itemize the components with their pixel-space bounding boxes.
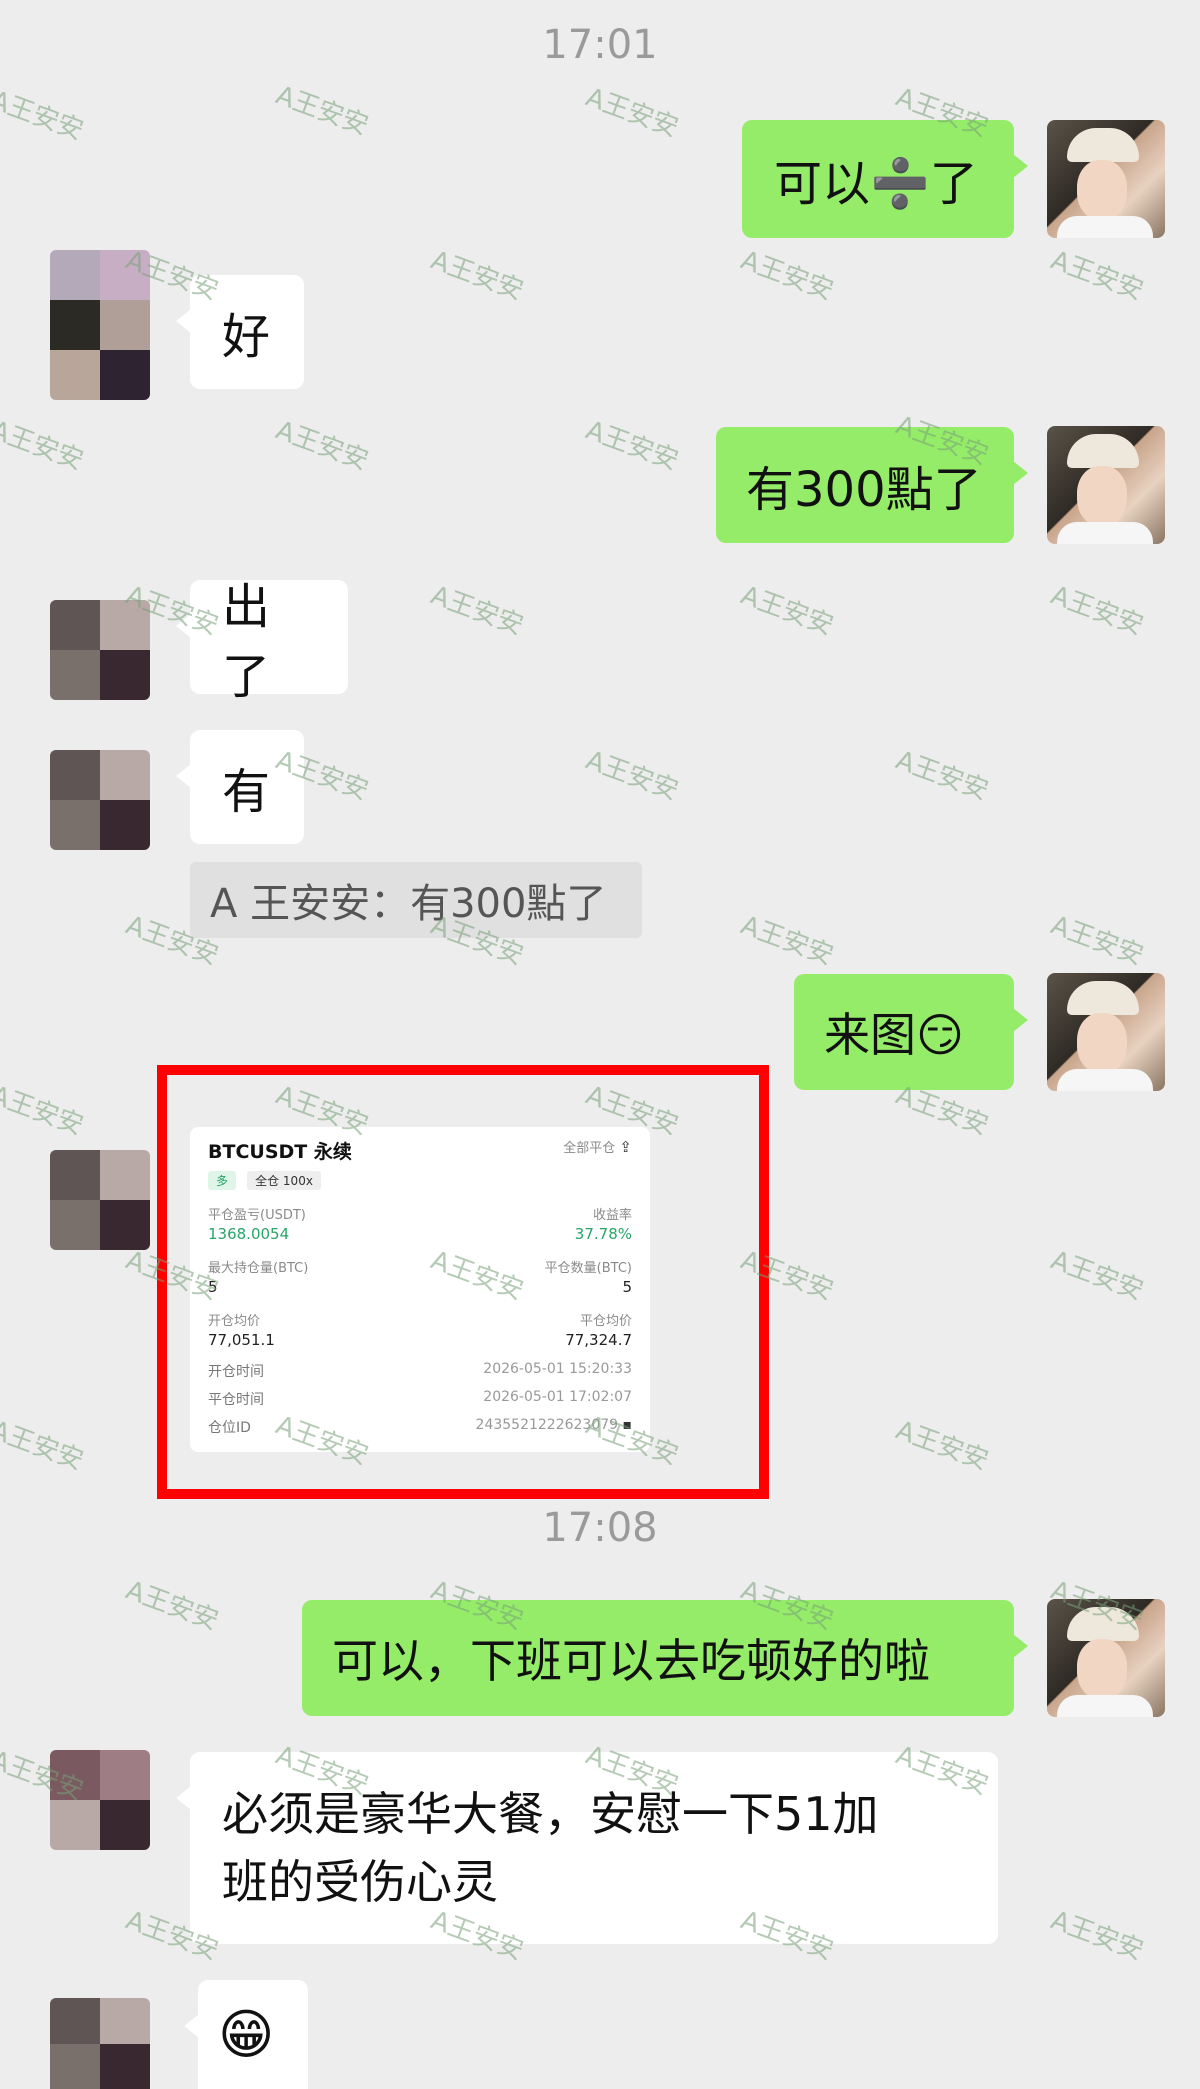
close-qty-value: 5 — [622, 1278, 632, 1296]
watermark: A王安安 — [0, 85, 88, 147]
watermark: A王安安 — [891, 1415, 993, 1477]
max-position-value: 5 — [208, 1278, 218, 1296]
timestamp: 17:01 — [542, 22, 658, 68]
message-text: 来图😏 — [824, 1008, 964, 1062]
message-text-line-1: 必须是豪华大餐，安慰一下51加 — [222, 1787, 879, 1841]
my-avatar[interactable] — [1047, 120, 1165, 238]
received-message-bubble[interactable]: 😁 — [184, 1980, 308, 2089]
watermark: A王安安 — [0, 1415, 88, 1477]
received-message-bubble[interactable]: 必须是豪华大餐，安慰一下51加 班的受伤心灵 — [176, 1752, 998, 1944]
open-time-label: 开仓时间 — [208, 1364, 264, 1380]
watermark: A王安安 — [0, 1080, 88, 1142]
watermark: A王安安 — [736, 580, 838, 642]
watermark: A王安安 — [1046, 245, 1148, 307]
contact-avatar[interactable] — [50, 600, 150, 700]
watermark: A王安安 — [1046, 1245, 1148, 1307]
received-message-bubble[interactable]: 有 — [176, 730, 304, 844]
trade-screenshot-image[interactable]: BTCUSDT 永续 全部平仓 ⇪ 多 全仓 100x 平仓盈亏(USDT) 1… — [190, 1127, 650, 1452]
roi-label: 收益率 — [592, 1208, 632, 1223]
message-text-line-2: 班的受伤心灵 — [222, 1855, 498, 1909]
copy-icon: ▪ — [622, 1417, 633, 1433]
max-position-label: 最大持仓量(BTC) — [208, 1261, 309, 1276]
message-text: 好 — [222, 309, 271, 365]
message-text: 可以➗了 — [774, 156, 978, 212]
my-avatar[interactable] — [1047, 973, 1165, 1091]
watermark: A王安安 — [736, 910, 838, 972]
watermark: A王安安 — [271, 415, 373, 477]
message-text: 可以，下班可以去吃顿好的啦 — [332, 1634, 930, 1688]
sent-message-bubble[interactable]: 有300點了 — [716, 427, 1028, 543]
watermark: A王安安 — [581, 415, 683, 477]
pnl-label: 平仓盈亏(USDT) — [208, 1208, 306, 1223]
message-text: 出了 — [222, 579, 271, 705]
close-all-label: 全部平仓 ⇪ — [563, 1138, 632, 1156]
share-icon: ⇪ — [619, 1138, 632, 1156]
close-time-label: 平仓时间 — [208, 1392, 264, 1408]
watermark: A王安安 — [1046, 1905, 1148, 1967]
watermark: A王安安 — [426, 580, 528, 642]
watermark: A王安安 — [581, 745, 683, 807]
pnl-value: 1368.0054 — [208, 1225, 290, 1243]
watermark: A王安安 — [1046, 910, 1148, 972]
timestamp: 17:08 — [542, 1505, 658, 1551]
position-id-label: 仓位ID — [208, 1420, 251, 1436]
watermark: A王安安 — [426, 245, 528, 307]
contact-avatar[interactable] — [50, 750, 150, 850]
symbol-title: BTCUSDT 永续 — [208, 1141, 352, 1163]
watermark: A王安安 — [121, 1575, 223, 1637]
watermark: A王安安 — [1046, 580, 1148, 642]
close-qty-label: 平仓数量(BTC) — [544, 1261, 632, 1276]
leverage-tag: 全仓 100x — [247, 1171, 321, 1190]
sent-message-bubble[interactable]: 可以，下班可以去吃顿好的啦 — [302, 1600, 1028, 1716]
quoted-reply[interactable]: A 王安安：有300點了 — [190, 862, 642, 938]
contact-avatar[interactable] — [50, 1750, 150, 1850]
close-avg-label: 平仓均价 — [579, 1314, 632, 1329]
my-avatar[interactable] — [1047, 426, 1165, 544]
sent-message-bubble[interactable]: 来图😏 — [794, 974, 1028, 1090]
received-message-bubble[interactable]: 出了 — [176, 579, 348, 705]
close-avg-value: 77,324.7 — [565, 1331, 632, 1349]
message-text: 有300點了 — [746, 462, 982, 518]
open-avg-value: 77,051.1 — [208, 1331, 275, 1349]
message-text: 有 — [222, 764, 271, 820]
open-time-value: 2026-05-01 15:20:33 — [483, 1361, 632, 1377]
my-avatar[interactable] — [1047, 1599, 1165, 1717]
open-avg-label: 开仓均价 — [208, 1314, 261, 1329]
watermark: A王安安 — [736, 245, 838, 307]
long-tag: 多 — [208, 1171, 237, 1190]
watermark: A王安安 — [581, 82, 683, 144]
watermark: A王安安 — [891, 745, 993, 807]
watermark: A王安安 — [271, 80, 373, 142]
close-time-value: 2026-05-01 17:02:07 — [483, 1389, 632, 1405]
position-id-value: 2435521222623079 ▪ — [475, 1417, 633, 1433]
grin-emoji-icon: 😁 — [218, 2003, 275, 2066]
quoted-reply-text: A 王安安：有300點了 — [210, 881, 607, 927]
roi-value: 37.78% — [574, 1225, 632, 1243]
contact-avatar-lower — [50, 300, 150, 400]
contact-avatar[interactable] — [50, 1150, 150, 1250]
sent-message-bubble[interactable]: 可以➗了 — [742, 120, 1028, 238]
chat-page: 17:01 可以➗了 好 有300點了 出了 有 A 王安安：有300點了 来图… — [0, 0, 1200, 2089]
received-message-bubble[interactable]: 好 — [176, 275, 304, 389]
watermark: A王安安 — [0, 415, 88, 477]
contact-avatar[interactable] — [50, 1998, 150, 2089]
